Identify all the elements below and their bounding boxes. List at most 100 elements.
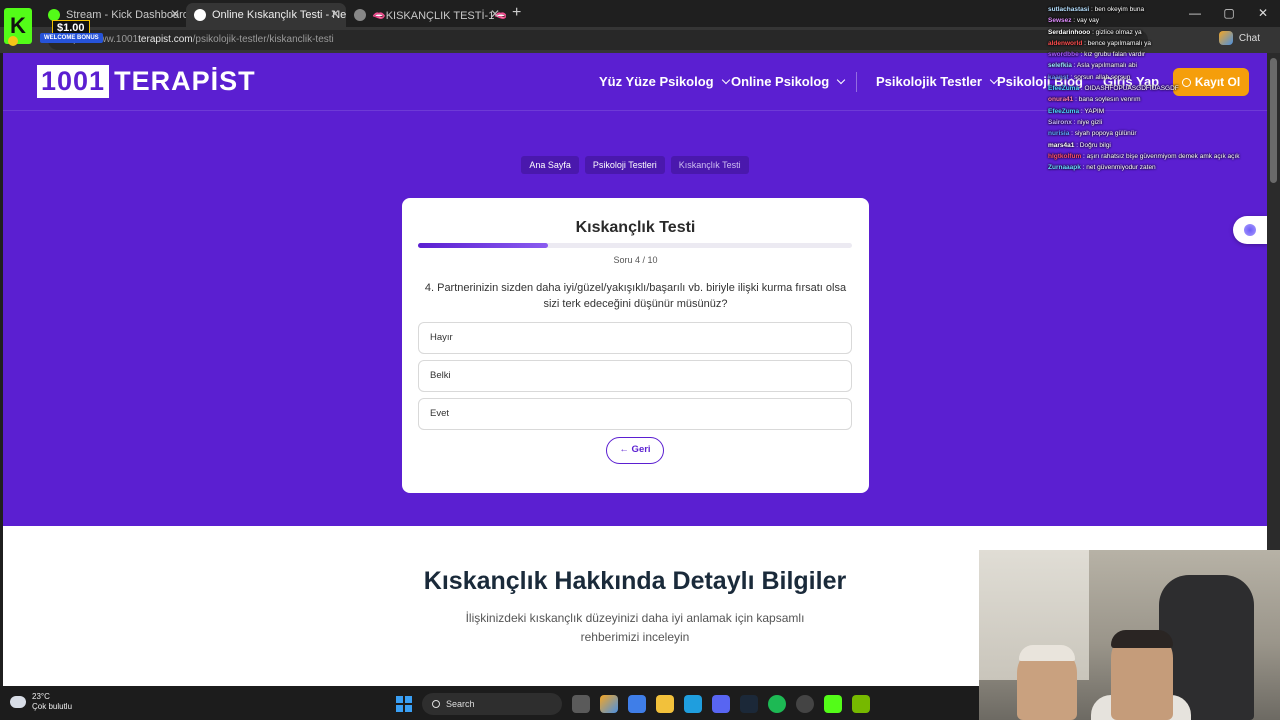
discord-icon[interactable] (712, 695, 730, 713)
chat-message: onura41 : bana soylesın venrım (1048, 94, 1248, 105)
chat-username: selefkia (1048, 62, 1072, 70)
tab-title: 🫦KISKANÇLIK TESTİ-1🫦 - Tier L (372, 9, 506, 22)
back-button[interactable]: ← Geri (606, 437, 664, 464)
spotify-icon[interactable] (768, 695, 786, 713)
assistant-icon (1244, 224, 1256, 236)
chevron-down-icon (837, 75, 846, 84)
obs-icon[interactable] (796, 695, 814, 713)
task-view-icon[interactable] (572, 695, 590, 713)
close-window-icon[interactable]: ✕ (1246, 0, 1280, 27)
file-explorer-icon[interactable] (656, 695, 674, 713)
answer-option-belki[interactable]: Belki (418, 360, 852, 392)
nvidia-icon[interactable] (852, 695, 870, 713)
webcam-person-left (1017, 645, 1077, 720)
quiz-card: Kıskançlık Testi Soru 4 / 10 4. Partneri… (402, 198, 869, 493)
new-tab-icon[interactable]: + (512, 4, 521, 22)
nav-psikolojik-testler[interactable]: Psikolojik Testler (876, 74, 999, 89)
search-icon (432, 700, 440, 708)
chat-username: aldenworld (1048, 39, 1083, 47)
webcam-feed (979, 550, 1280, 720)
chat-username: EfeeZuma (1048, 107, 1080, 115)
chat-username: EfeeZuma (1048, 85, 1080, 93)
tab-kiskanclik-testi[interactable]: Online Kıskançlık Testi - Ne Kadar ✕ (186, 3, 346, 27)
nav-label: Psikolojik Testler (876, 74, 982, 89)
chat-text: : gizlice olmaz ya (1090, 28, 1142, 36)
url-host: terapist.com (138, 34, 193, 45)
chat-username: Sewsez (1048, 17, 1072, 25)
copilot-icon[interactable] (600, 695, 618, 713)
terapist-favicon-icon (194, 9, 206, 21)
chat-message: Saironx : niye gizli (1048, 117, 1248, 128)
chat-message: EfeeZuma : OIDASHFOPUASGDFIUASGDF (1048, 83, 1248, 94)
kick-icon[interactable] (824, 695, 842, 713)
chat-message: EfeeZuma : YAPIM (1048, 106, 1248, 117)
nav-label: Yüz Yüze Psikolog (599, 74, 714, 89)
close-icon[interactable]: ✕ (330, 7, 340, 21)
chat-text: : bence yapılmamalı ya (1082, 39, 1151, 47)
taskbar-apps: Search (396, 693, 870, 715)
url-field[interactable]: https://www.1001terapist.com/psikolojik-… (48, 30, 1148, 50)
quiz-progress-bar (418, 243, 852, 248)
windows-start-icon[interactable] (396, 696, 412, 712)
chat-message: sutlachastasi : ben okeyim buna (1048, 4, 1248, 15)
chat-text: : YAPIM (1079, 107, 1105, 115)
store-icon[interactable] (628, 695, 646, 713)
chat-username: mars4a1 (1048, 141, 1075, 149)
chat-text: : niye gizli (1071, 118, 1103, 126)
chat-message: aldenworld : bence yapılmamalı ya (1048, 38, 1248, 49)
close-icon[interactable]: ✕ (490, 7, 500, 21)
chat-username: Serdarinhooo (1048, 28, 1091, 36)
edge-icon[interactable] (684, 695, 702, 713)
nav-divider (856, 72, 857, 92)
chevron-down-icon (721, 75, 730, 84)
chat-text: : bana soylesın venrım (1073, 96, 1141, 104)
coin-icon (8, 36, 18, 46)
breadcrumb-ana-sayfa[interactable]: Ana Sayfa (521, 156, 579, 174)
nav-online-psikolog[interactable]: Online Psikolog (731, 74, 846, 89)
chat-message: mars4a1 : Doğru bilgi (1048, 140, 1248, 151)
answer-option-hayir[interactable]: Hayır (418, 322, 852, 354)
welcome-bonus-label: WELCOME BONUS (40, 33, 103, 43)
chat-text: : ben okeyim buna (1089, 6, 1145, 13)
question-counter: Soru 4 / 10 (613, 255, 658, 265)
answer-option-evet[interactable]: Evet (418, 398, 852, 430)
weather-temp: 23°C (32, 692, 50, 701)
question-text: 4. Partnerinizin sizden daha iyi/güzel/y… (424, 282, 847, 310)
url-path: /psikolojik-testler/kiskanclik-testi (192, 34, 334, 45)
chat-text: : OIDASHFOPUASGDFIUASGDF (1079, 85, 1179, 93)
close-icon[interactable]: ✕ (170, 7, 180, 21)
tab-title: Online Kıskançlık Testi - Ne Kadar (212, 9, 346, 21)
chat-message: Zurnaaapk : net güvenmiyodur zaten (1048, 162, 1248, 173)
chat-message: kaanst : sorsun allah sorsun (1048, 72, 1248, 83)
nav-label: Online Psikolog (731, 74, 830, 89)
section-subtitle: İlişkinizdeki kıskançlık düzeyinizi daha… (465, 611, 805, 644)
chat-text: : kız grubu falan vardır (1078, 51, 1146, 59)
stream-chat-overlay: sutlachastasi : ben okeyim buna Sewsez : … (1048, 4, 1248, 173)
chat-username: swordbbe (1048, 51, 1079, 59)
chat-message: hlgtkolfum : aşırı rahatsız bişe güvenmi… (1048, 151, 1248, 162)
logo-word: TERAPİST (114, 66, 256, 96)
cloud-icon (10, 696, 26, 708)
chat-message: Sewsez : vay vay (1048, 15, 1248, 26)
chat-message: nurisia : siyah popoya gülünür (1048, 128, 1248, 139)
breadcrumb-psikoloji-testleri[interactable]: Psikoloji Testleri (584, 156, 665, 174)
tierlist-favicon-icon (354, 9, 366, 21)
site-logo[interactable]: 1001 TERAPİST (37, 65, 256, 98)
stream-badge-overlay: K $1.00 WELCOME BONUS (0, 0, 145, 48)
chat-text: : sorsun allah sorsun (1068, 73, 1131, 81)
weather-widget[interactable]: 23°C Çok bulutlu (10, 692, 72, 712)
logo-number: 1001 (37, 65, 110, 98)
chat-message: swordbbe : kız grubu falan vardır (1048, 49, 1248, 60)
taskbar-search[interactable]: Search (422, 693, 562, 715)
tab-tier-list[interactable]: 🫦KISKANÇLIK TESTİ-1🫦 - Tier L ✕ (346, 3, 506, 27)
scrollbar-thumb[interactable] (1270, 58, 1277, 183)
webcam-person-right (1111, 630, 1173, 720)
floating-assistant-button[interactable] (1233, 216, 1267, 244)
chat-text: : siyah popoya gülünür (1069, 130, 1137, 138)
chat-text: : vay vay (1071, 17, 1099, 25)
chat-username: hlgtkolfum (1048, 152, 1082, 160)
steam-icon[interactable] (740, 695, 758, 713)
chat-text: : Doğru bilgi (1074, 141, 1111, 149)
chat-text: : net güvenmiyodur zaten (1080, 164, 1156, 172)
nav-yuz-yuze-psikolog[interactable]: Yüz Yüze Psikolog (599, 74, 730, 89)
